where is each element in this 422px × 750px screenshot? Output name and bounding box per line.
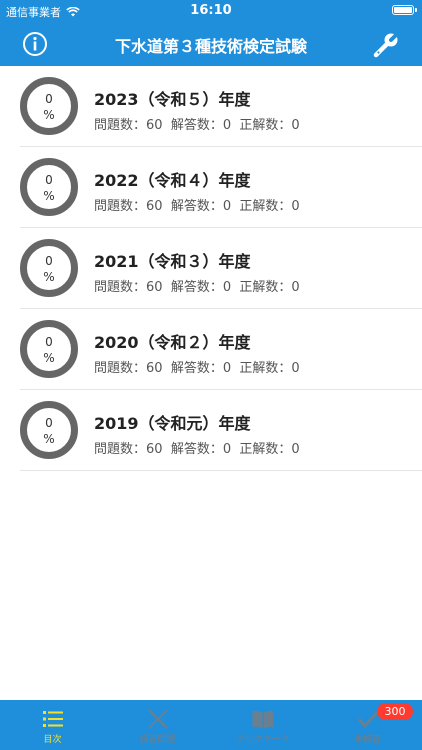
exam-year: 2019（令和元）年度: [94, 414, 251, 433]
progress-value: 0: [45, 173, 53, 187]
progress-label: 0 %: [27, 415, 71, 447]
correct-count: 正解数：0: [239, 199, 300, 214]
progress-ring: 0 %: [20, 401, 78, 459]
exam-list: 0 % 2023（令和５）年度 問題数：60 解答数：0 正解数：0 0 % 2…: [0, 66, 422, 471]
exam-stats: 問題数：60 解答数：0 正解数：0: [94, 438, 300, 457]
tab-label: ブックマーク: [235, 735, 290, 745]
progress-ring: 0 %: [20, 320, 78, 378]
tab-contents[interactable]: 目次: [0, 700, 105, 750]
exam-stats: 問題数：60 解答数：0 正解数：0: [94, 195, 300, 214]
tab-label: 未解答: [353, 735, 381, 745]
unanswered-badge: 300: [377, 703, 413, 720]
answered-count: 解答数：0: [170, 361, 232, 376]
tab-bar: 目次 誤答問題 ブックマーク 300 未解答: [0, 700, 422, 750]
answered-count: 解答数：0: [170, 442, 232, 457]
progress-unit: %: [43, 432, 55, 446]
exam-year: 2021（令和３）年度: [94, 252, 251, 271]
checkmark-icon: [357, 711, 378, 729]
tab-label: 目次: [43, 735, 62, 745]
exam-row-2023[interactable]: 0 % 2023（令和５）年度 問題数：60 解答数：0 正解数：0: [20, 66, 422, 147]
tab-unanswered[interactable]: 300 未解答: [315, 700, 420, 750]
progress-value: 0: [45, 416, 53, 430]
status-time: 16:10: [190, 3, 232, 18]
progress-label: 0 %: [27, 334, 71, 366]
progress-ring: 0 %: [20, 77, 78, 135]
exam-year: 2022（令和４）年度: [94, 171, 251, 190]
x-mark-icon: [147, 709, 168, 729]
nav-bar: 下水道第３種技術検定試験: [0, 22, 422, 66]
exam-stats: 問題数：60 解答数：0 正解数：0: [94, 276, 300, 295]
question-count: 問題数：60: [94, 442, 163, 457]
progress-label: 0 %: [27, 91, 71, 123]
question-count: 問題数：60: [94, 118, 163, 133]
progress-ring: 0 %: [20, 239, 78, 297]
status-bar: 通信事業者 16:10: [0, 0, 422, 22]
exam-year: 2023（令和５）年度: [94, 90, 251, 109]
settings-button[interactable]: [372, 31, 400, 59]
question-count: 問題数：60: [94, 361, 163, 376]
battery-level: [394, 7, 412, 13]
progress-value: 0: [45, 254, 53, 268]
progress-value: 0: [45, 335, 53, 349]
progress-ring: 0 %: [20, 158, 78, 216]
book-icon: [252, 710, 273, 729]
exam-stats: 問題数：60 解答数：0 正解数：0: [94, 357, 300, 376]
answered-count: 解答数：0: [170, 118, 232, 133]
progress-unit: %: [43, 108, 55, 122]
progress-label: 0 %: [27, 172, 71, 204]
answered-count: 解答数：0: [170, 280, 232, 295]
question-count: 問題数：60: [94, 199, 163, 214]
progress-unit: %: [43, 189, 55, 203]
correct-count: 正解数：0: [239, 361, 300, 376]
answered-count: 解答数：0: [170, 199, 232, 214]
progress-label: 0 %: [27, 253, 71, 285]
tab-label: 誤答問題: [139, 735, 176, 745]
page-title: 下水道第３種技術検定試験: [114, 37, 307, 56]
exam-stats: 問題数：60 解答数：0 正解数：0: [94, 114, 300, 133]
battery-icon: [392, 5, 417, 15]
wrench-icon: [373, 32, 399, 58]
exam-row-2021[interactable]: 0 % 2021（令和３）年度 問題数：60 解答数：0 正解数：0: [20, 228, 422, 309]
exam-row-2019[interactable]: 0 % 2019（令和元）年度 問題数：60 解答数：0 正解数：0: [20, 390, 422, 471]
tab-wrong-answers[interactable]: 誤答問題: [105, 700, 210, 750]
correct-count: 正解数：0: [239, 280, 300, 295]
progress-value: 0: [45, 92, 53, 106]
progress-unit: %: [43, 270, 55, 284]
exam-row-2020[interactable]: 0 % 2020（令和２）年度 問題数：60 解答数：0 正解数：0: [20, 309, 422, 390]
exam-row-2022[interactable]: 0 % 2022（令和４）年度 問題数：60 解答数：0 正解数：0: [20, 147, 422, 228]
exam-year: 2020（令和２）年度: [94, 333, 251, 352]
correct-count: 正解数：0: [239, 442, 300, 457]
question-count: 問題数：60: [94, 280, 163, 295]
tab-bookmarks[interactable]: ブックマーク: [210, 700, 315, 750]
progress-unit: %: [43, 351, 55, 365]
correct-count: 正解数：0: [239, 118, 300, 133]
list-icon: [42, 711, 63, 727]
